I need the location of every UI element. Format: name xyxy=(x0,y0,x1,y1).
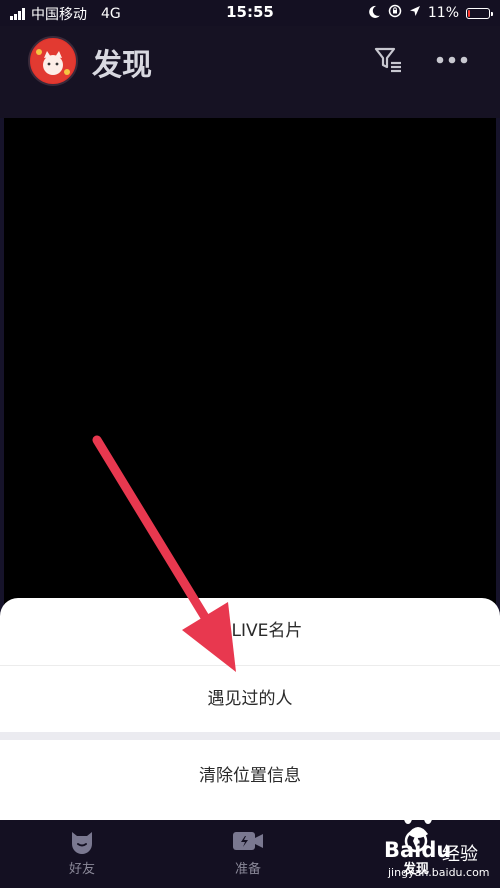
tab-friends[interactable]: 好友 xyxy=(42,828,122,877)
discover-content xyxy=(4,118,496,618)
battery-percent: 11% xyxy=(427,5,459,21)
friends-icon xyxy=(72,832,92,854)
watermark-url: jingyan.baidu.com xyxy=(388,866,490,879)
moon-icon xyxy=(368,5,381,22)
page-title: 发现 xyxy=(92,48,152,83)
avatar[interactable] xyxy=(28,36,78,86)
battery-icon xyxy=(466,7,493,19)
clear-location-option[interactable]: 清除位置信息 xyxy=(0,740,500,812)
my-live-card-option[interactable]: 我的LIVE名片 xyxy=(0,598,500,664)
sheet-divider xyxy=(0,732,500,740)
location-arrow-icon xyxy=(409,5,421,21)
filter-icon[interactable] xyxy=(374,46,404,74)
tab-label: 好友 xyxy=(68,862,95,877)
video-camera-icon xyxy=(233,832,263,850)
watermark-brand-cn: 经验 xyxy=(442,844,478,865)
more-options-icon[interactable] xyxy=(436,52,468,68)
status-bar: 中国移动 4G 15:55 11% xyxy=(0,0,500,26)
app-screen: 中国移动 4G 15:55 11% 发现 我的LIVE名片 遇见过的人 清除位置… xyxy=(0,0,500,888)
baidu-jingyan-watermark: Baidu 经验 jingyan.baidu.com xyxy=(378,808,498,888)
tab-label: 准备 xyxy=(234,862,261,877)
action-sheet: 我的LIVE名片 遇见过的人 清除位置信息 xyxy=(0,598,500,820)
rotation-lock-icon xyxy=(388,4,402,22)
people-met-option[interactable]: 遇见过的人 xyxy=(0,665,500,732)
tab-prepare[interactable]: 准备 xyxy=(208,828,288,877)
